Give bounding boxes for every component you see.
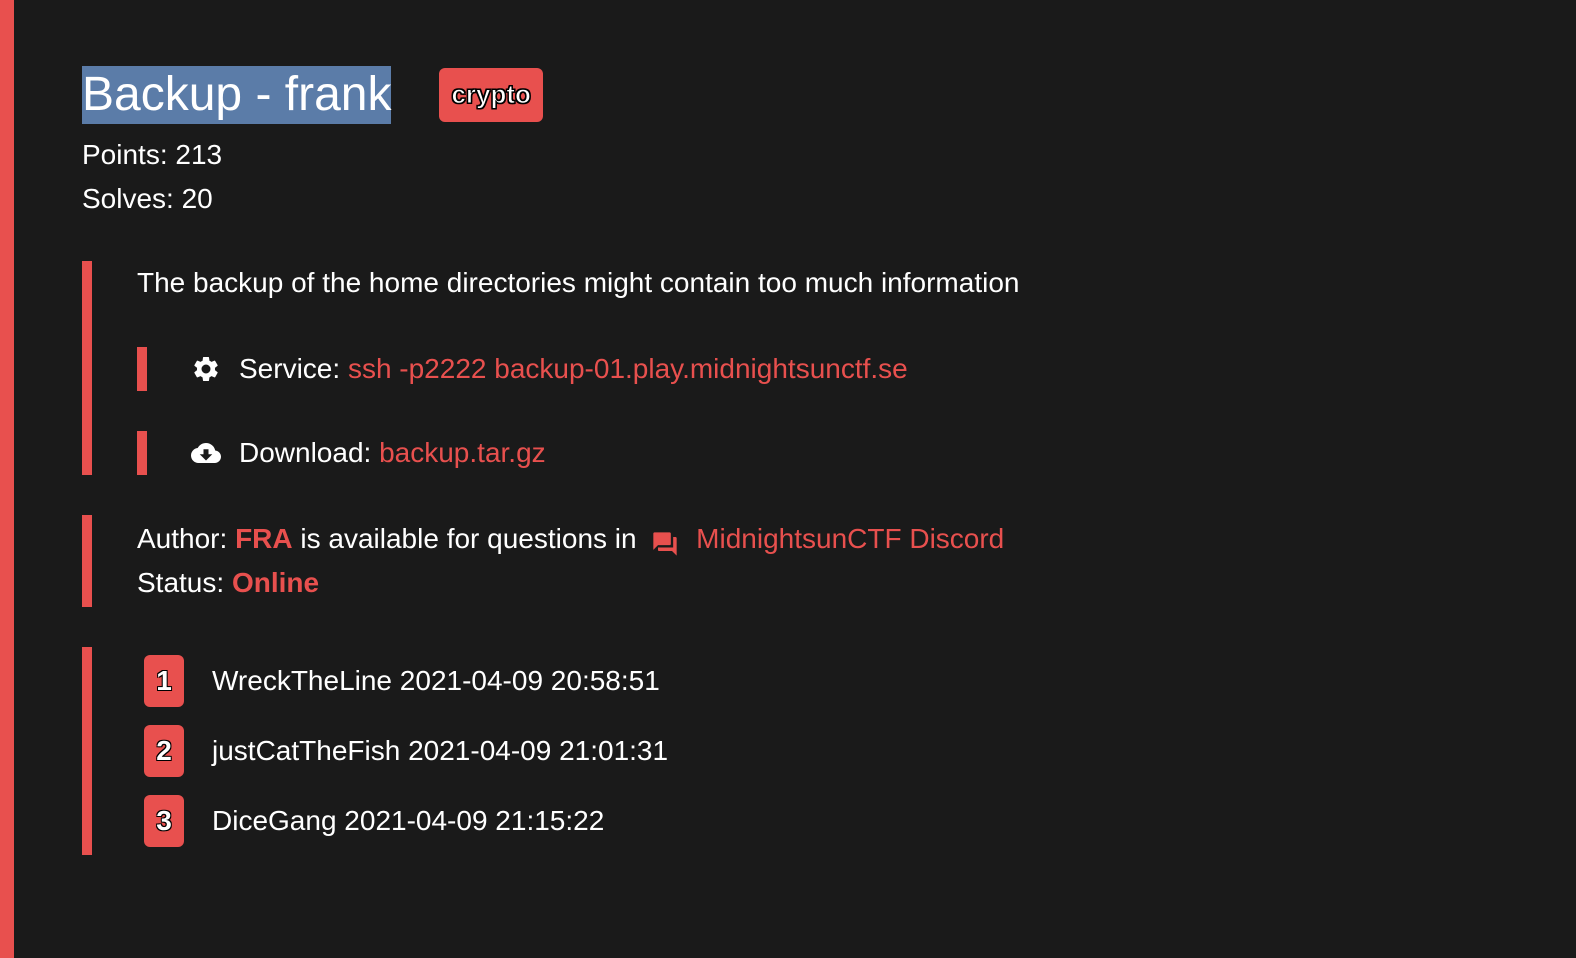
description-block: The backup of the home directories might… — [82, 261, 1482, 475]
service-link[interactable]: ssh -p2222 backup-01.play.midnightsunctf… — [348, 353, 908, 385]
status-line: Status: Online — [137, 561, 1482, 605]
status-value: Online — [231, 567, 320, 598]
status-label: Status: — [137, 567, 225, 598]
rank-badge: 3 — [144, 795, 184, 847]
gear-icon — [191, 354, 221, 384]
left-accent-bar — [0, 0, 14, 958]
author-middle-text: is available for questions in — [300, 523, 637, 554]
author-label: Author: — [137, 523, 228, 554]
points-label: Points: — [82, 139, 168, 170]
author-name[interactable]: FRA — [235, 523, 293, 554]
author-line: Author: FRA is available for questions i… — [137, 517, 1482, 561]
category-badge[interactable]: crypto — [439, 68, 543, 122]
points-stat: Points: 213 — [82, 133, 1482, 177]
solver-team: WreckTheLine — [212, 665, 393, 696]
discord-link[interactable]: MidnightsunCTF Discord — [696, 523, 1004, 554]
solve-time: 2021-04-09 20:58:51 — [399, 665, 660, 696]
solver-team: DiceGang — [212, 805, 337, 836]
challenge-title: Backup - frank — [82, 66, 392, 124]
rank-badge: 2 — [144, 725, 184, 777]
solves-value: 20 — [181, 183, 213, 214]
chat-bubbles-icon — [650, 527, 680, 556]
challenge-description: The backup of the home directories might… — [137, 267, 1020, 298]
list-item: 1 WreckTheLine 2021-04-09 20:58:51 — [144, 655, 1482, 707]
list-item: 2 justCatTheFish 2021-04-09 21:01:31 — [144, 725, 1482, 777]
list-item: 3 DiceGang 2021-04-09 21:15:22 — [144, 795, 1482, 847]
solvers-list: 1 WreckTheLine 2021-04-09 20:58:51 2 jus… — [82, 647, 1482, 855]
author-block: Author: FRA is available for questions i… — [82, 515, 1482, 607]
solves-stat: Solves: 20 — [82, 177, 1482, 221]
download-label: Download: — [239, 437, 372, 468]
points-value: 213 — [175, 139, 223, 170]
challenge-panel: Backup - frank crypto Points: 213 Solves… — [82, 66, 1482, 855]
solve-time: 2021-04-09 21:01:31 — [408, 735, 669, 766]
service-label: Service: — [239, 353, 341, 384]
challenge-stats: Points: 213 Solves: 20 — [82, 133, 1482, 221]
solver-team: justCatTheFish — [212, 735, 401, 766]
cloud-download-icon — [191, 438, 221, 468]
solve-time: 2021-04-09 21:15:22 — [344, 805, 605, 836]
title-row: Backup - frank crypto — [82, 66, 1482, 124]
service-row: Service: ssh -p2222 backup-01.play.midni… — [137, 347, 1482, 391]
download-row: Download: backup.tar.gz — [137, 431, 1482, 475]
solves-label: Solves: — [82, 183, 174, 214]
download-link[interactable]: backup.tar.gz — [379, 437, 546, 469]
rank-badge: 1 — [144, 655, 184, 707]
